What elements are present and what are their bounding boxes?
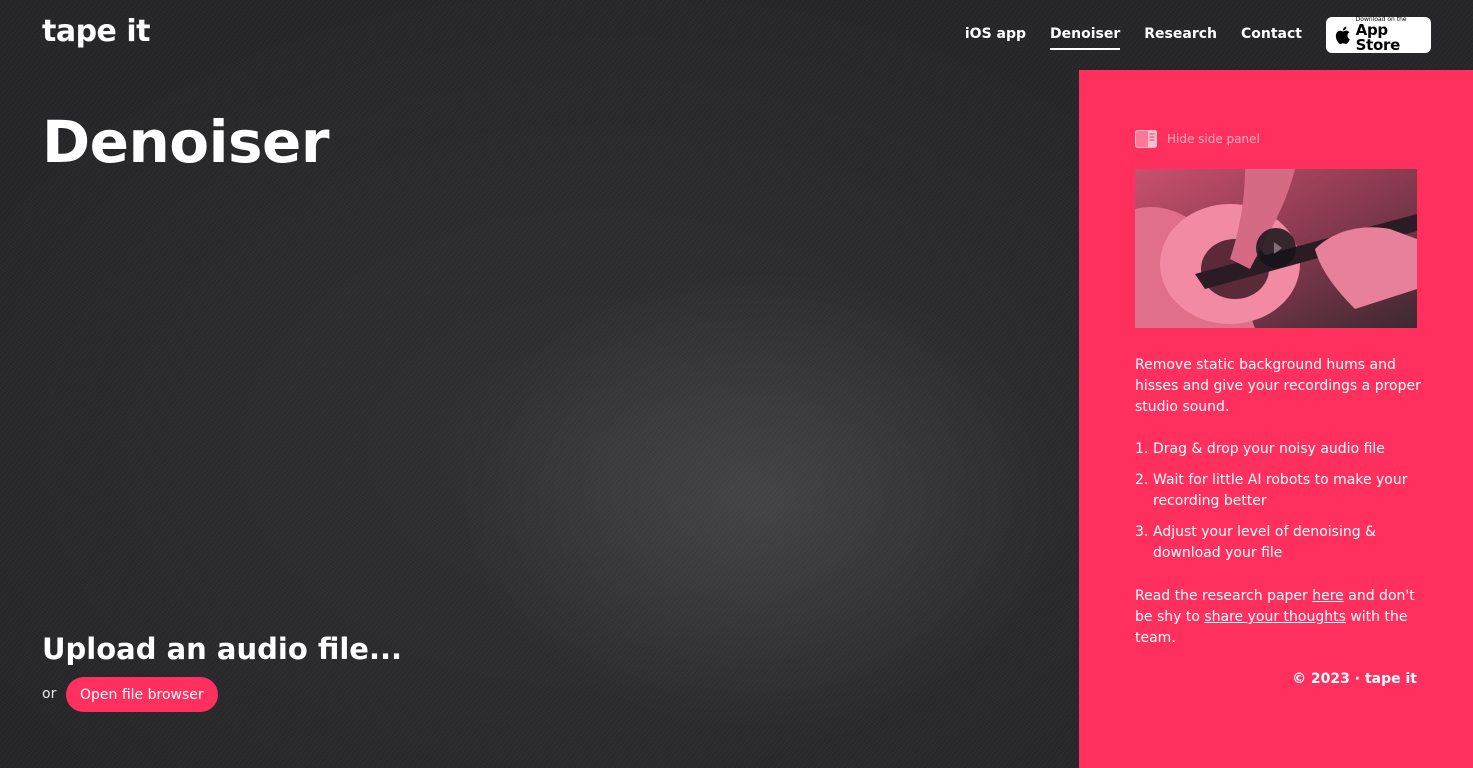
hide-side-panel-label: Hide side panel — [1167, 132, 1260, 146]
list-item: 3. Adjust your level of denoising & down… — [1135, 522, 1425, 564]
nav-denoiser[interactable]: Denoiser — [1050, 26, 1121, 50]
nav-ios-app[interactable]: iOS app — [965, 26, 1026, 50]
step-number: 1. — [1135, 441, 1149, 457]
upload-heading: Upload an audio file... — [42, 632, 402, 666]
page: tape it iOS app Denoiser Research Contac… — [0, 0, 1473, 768]
side-panel: Hide side panel Remove static background… — [1079, 70, 1473, 768]
step-number: 3. — [1135, 524, 1149, 540]
main-nav: iOS app Denoiser Research Contact — [965, 26, 1302, 50]
app-store-badge[interactable]: Download on the App Store — [1326, 17, 1431, 53]
page-title: Denoiser — [42, 108, 329, 176]
open-file-browser-button[interactable]: Open file browser — [66, 677, 218, 712]
steps-list: 1. Drag & drop your noisy audio file 2. … — [1135, 439, 1425, 574]
app-store-big: App Store — [1355, 21, 1401, 54]
list-item: 1. Drag & drop your noisy audio file — [1135, 439, 1425, 460]
app-store-text: Download on the App Store — [1356, 17, 1431, 53]
step-text: Adjust your level of denoising & downloa… — [1153, 524, 1376, 561]
play-icon[interactable] — [1256, 228, 1296, 268]
nav-research[interactable]: Research — [1144, 26, 1217, 50]
side-panel-icon — [1135, 130, 1157, 148]
research-paragraph: Read the research paper here and don't b… — [1135, 586, 1425, 649]
research-paper-link[interactable]: here — [1312, 588, 1344, 604]
copyright-footer: © 2023 · tape it — [1292, 671, 1417, 687]
step-number: 2. — [1135, 472, 1149, 488]
step-text: Drag & drop your noisy audio file — [1153, 441, 1385, 457]
apple-icon — [1335, 26, 1350, 44]
list-item: 2. Wait for little AI robots to make you… — [1135, 470, 1425, 512]
nav-contact[interactable]: Contact — [1241, 26, 1302, 50]
logo[interactable]: tape it — [42, 14, 150, 49]
hide-side-panel-toggle[interactable]: Hide side panel — [1135, 130, 1260, 148]
video-player[interactable] — [1135, 169, 1417, 328]
panel-description: Remove static background hums and hisses… — [1135, 357, 1421, 415]
or-label: or — [42, 686, 57, 702]
step-text: Wait for little AI robots to make your r… — [1153, 472, 1408, 509]
share-thoughts-link[interactable]: share your thoughts — [1204, 609, 1346, 625]
research-prefix: Read the research paper — [1135, 588, 1313, 604]
